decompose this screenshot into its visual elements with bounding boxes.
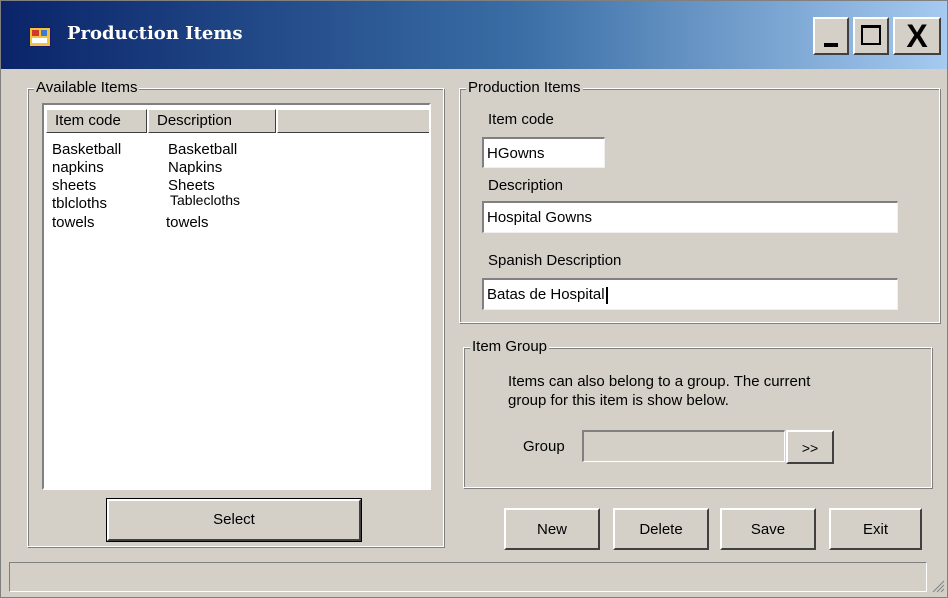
item-code-cell: tblcloths [52,195,108,212]
minimize-button[interactable] [813,17,849,55]
spanish-description-value: Batas de Hospital [487,286,605,303]
available-items-legend: Available Items [34,79,140,96]
column-header-description[interactable]: Description [148,109,276,133]
item-group-info-line1: Items can also belong to a group. The cu… [508,373,811,390]
item-code-value: HGowns [487,145,545,162]
maximize-icon [861,25,881,45]
exit-button[interactable]: Exit [829,508,922,550]
item-group-legend: Item Group [470,338,550,355]
minimize-icon [824,43,838,47]
text-caret [605,286,608,304]
description-cell: Basketball [168,141,238,158]
column-header-item-code[interactable]: Item code [46,109,147,133]
group-label: Group [523,438,565,455]
new-button[interactable]: New [504,508,600,550]
list-item[interactable]: tblcloths Tablecloths [44,192,429,213]
app-window-icon[interactable] [29,27,51,47]
item-code-label: Item code [488,111,554,128]
production-items-legend: Production Items [466,79,583,96]
column-header-filler [277,109,429,133]
spanish-description-label: Spanish Description [488,252,622,269]
item-code-cell: sheets [52,177,97,194]
list-item[interactable]: napkins Napkins [44,159,429,177]
item-code-cell: napkins [52,159,104,176]
spanish-description-field[interactable]: Batas de Hospital [482,278,898,310]
save-button[interactable]: Save [720,508,816,550]
status-bar [9,562,927,592]
description-field[interactable]: Hospital Gowns [482,201,898,233]
description-value: Hospital Gowns [487,209,593,226]
close-button[interactable]: X [893,17,941,55]
description-cell: Tablecloths [170,192,241,208]
maximize-button[interactable] [853,17,889,55]
description-cell: Napkins [168,159,223,176]
list-item[interactable]: towels towels [44,214,429,232]
description-label: Description [488,177,564,194]
window-title: Production Items [67,23,243,44]
close-icon: X [906,18,928,54]
item-code-field[interactable]: HGowns [482,137,605,168]
item-code-cell: Basketball [52,141,122,158]
resize-grip-icon[interactable] [929,577,945,593]
delete-button[interactable]: Delete [613,508,709,550]
group-field[interactable] [582,430,785,462]
browse-group-button[interactable]: >> [786,430,834,464]
item-group-info-line2: group for this item is show below. [508,392,729,409]
item-code-cell: towels [52,214,95,231]
item-group-group: Item Group [463,338,932,488]
available-items-list[interactable]: Item code Description Basketball Basketb… [42,103,431,490]
select-button[interactable]: Select [106,498,362,542]
title-bar[interactable]: Production Items X [1,1,947,69]
description-cell: towels [166,214,209,231]
list-item[interactable]: Basketball Basketball [44,141,429,159]
production-items-window: Production Items X Available Items Item … [0,0,948,598]
